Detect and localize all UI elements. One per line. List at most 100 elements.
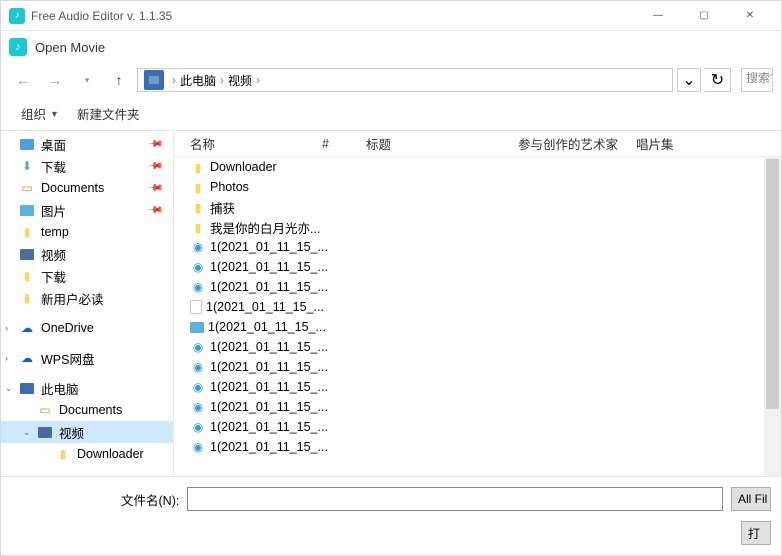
- file-row[interactable]: 1(2021_01_11_15_...: [174, 317, 781, 337]
- file-row[interactable]: ▮捕获: [174, 197, 781, 217]
- file-row[interactable]: ◉1(2021_01_11_15_...: [174, 237, 781, 257]
- sidebar-item-desktop[interactable]: 桌面📌: [1, 133, 173, 155]
- expand-icon[interactable]: ›: [5, 323, 8, 333]
- sidebar-item-temp[interactable]: ▮temp: [1, 221, 173, 243]
- media-file-icon: ◉: [190, 359, 206, 375]
- folder-icon: ▮: [55, 446, 71, 462]
- minimize-button[interactable]: —: [635, 1, 681, 31]
- file-name: 我是你的白月光亦...: [210, 218, 320, 237]
- new-folder-button[interactable]: 新建文件夹: [71, 102, 146, 125]
- app-icon: ♪: [9, 8, 25, 24]
- breadcrumb-dropdown[interactable]: ⌄: [677, 68, 701, 92]
- scrollbar-thumb[interactable]: [766, 159, 779, 409]
- file-row[interactable]: ◉ 1(2021_01_11_15_...: [174, 437, 781, 457]
- sidebar-item-pc-downloader[interactable]: ▮Downloader: [1, 443, 173, 465]
- sidebar-item-pc-documents[interactable]: ▭Documents: [1, 399, 173, 421]
- sidebar-item-documents[interactable]: ▭Documents📌: [1, 177, 173, 199]
- file-list: ▮Downloader▮Photos▮捕获▮我是你的白月光亦...◉1(2021…: [174, 157, 781, 476]
- sidebar-item-wps[interactable]: ›☁WPS网盘: [1, 347, 173, 369]
- nav-recent-button[interactable]: ▾: [73, 67, 101, 93]
- folder-icon: ▮: [190, 179, 206, 195]
- breadcrumb-seg[interactable]: 此电脑: [180, 72, 216, 89]
- breadcrumb[interactable]: › 此电脑 › 视频 ›: [137, 68, 673, 92]
- nav-forward-button[interactable]: →: [41, 67, 69, 93]
- organize-menu[interactable]: 组织 ▼: [15, 102, 65, 125]
- picture-icon: [20, 205, 34, 216]
- sidebar-item-pictures[interactable]: 图片📌: [1, 199, 173, 221]
- file-name: 捕获: [210, 198, 235, 217]
- filename-input[interactable]: [187, 487, 723, 511]
- close-button[interactable]: ✕: [727, 1, 773, 31]
- vertical-scrollbar[interactable]: [764, 157, 781, 476]
- sidebar-item-onedrive[interactable]: ›☁OneDrive: [1, 317, 173, 339]
- file-name: Photos: [210, 180, 249, 194]
- cloud-icon: ☁: [19, 350, 35, 366]
- file-row[interactable]: ◉ 1(2021_01_11_15_...: [174, 377, 781, 397]
- media-file-icon: ◉: [190, 379, 206, 395]
- organize-label: 组织: [21, 104, 46, 123]
- chevron-right-icon: ›: [256, 73, 260, 87]
- file-name: 1(2021_01_11_15_...: [210, 360, 328, 374]
- maximize-button[interactable]: ▢: [681, 1, 727, 31]
- nav-up-button[interactable]: ↑: [105, 67, 133, 93]
- media-file-icon: ◉: [190, 399, 206, 415]
- column-header: 名称 # 标题 参与创作的艺术家 唱片集: [174, 131, 781, 157]
- media-file-icon: ◉: [190, 419, 206, 435]
- sidebar-item-thispc[interactable]: ⌄此电脑: [1, 377, 173, 399]
- column-name[interactable]: 名称: [174, 134, 314, 153]
- document-icon: ▭: [19, 180, 35, 196]
- chevron-down-icon: ▼: [50, 109, 59, 119]
- collapse-icon[interactable]: ⌄: [23, 427, 31, 438]
- folder-icon: ▮: [19, 268, 35, 284]
- dialog-title: Open Movie: [35, 40, 105, 55]
- sidebar-item-newuser[interactable]: ▮新用户必读: [1, 287, 173, 309]
- folder-icon: ▮: [190, 219, 206, 235]
- search-input[interactable]: 搜索"视: [741, 68, 773, 92]
- filetype-dropdown[interactable]: All Fil: [731, 487, 771, 511]
- media-file-icon: ◉: [190, 339, 206, 355]
- sidebar-item-pc-videos[interactable]: ⌄视频: [1, 421, 173, 443]
- file-row[interactable]: ▮ Photos: [174, 177, 781, 197]
- desktop-icon: [20, 139, 34, 150]
- file-name: 1(2021_01_11_15_...: [210, 340, 328, 354]
- collapse-icon[interactable]: ⌄: [5, 383, 13, 394]
- expand-icon[interactable]: ›: [5, 353, 8, 363]
- open-button[interactable]: 打: [741, 521, 771, 545]
- column-artist[interactable]: 参与创作的艺术家: [510, 134, 628, 153]
- pin-icon: 📌: [146, 158, 163, 175]
- file-row[interactable]: 1(2021_01_11_15_...: [174, 297, 781, 317]
- sidebar-item-videos[interactable]: 视频: [1, 243, 173, 265]
- dialog-titlebar: ♪ Open Movie: [1, 31, 781, 63]
- file-row[interactable]: ◉ 1(2021_01_11_15_...: [174, 357, 781, 377]
- chevron-right-icon: ›: [172, 73, 176, 87]
- file-row[interactable]: ▮我是你的白月光亦...: [174, 217, 781, 237]
- file-name: 1(2021_01_11_15_...: [210, 240, 328, 254]
- file-row[interactable]: ◉ 1(2021_01_11_15_...: [174, 337, 781, 357]
- file-row[interactable]: ◉1(2021_01_11_15_...: [174, 277, 781, 297]
- file-name: 1(2021_01_11_15_...: [210, 400, 328, 414]
- file-row[interactable]: ◉ 1(2021_01_11_15_...: [174, 417, 781, 437]
- file-row[interactable]: ◉1(2021_01_11_15_...: [174, 257, 781, 277]
- column-album[interactable]: 唱片集: [628, 134, 781, 153]
- file-name: 1(2021_01_11_15_...: [210, 420, 328, 434]
- pc-icon: [20, 383, 34, 394]
- file-row[interactable]: ◉ 1(2021_01_11_15_...: [174, 397, 781, 417]
- media-file-icon: ◉: [190, 439, 206, 455]
- refresh-button[interactable]: ↻: [705, 68, 731, 92]
- sidebar-item-downloads[interactable]: ⬇下载📌: [1, 155, 173, 177]
- breadcrumb-seg[interactable]: 视频: [228, 72, 252, 89]
- video-icon: [20, 249, 34, 260]
- column-num[interactable]: #: [314, 137, 358, 151]
- file-name: 1(2021_01_11_15_...: [210, 380, 328, 394]
- sidebar-item-downloads2[interactable]: ▮下载: [1, 265, 173, 287]
- pin-icon: 📌: [146, 202, 163, 219]
- download-icon: ⬇: [19, 158, 35, 174]
- nav-back-button[interactable]: ←: [9, 67, 37, 93]
- sidebar: 桌面📌 ⬇下载📌 ▭Documents📌 图片📌 ▮temp 视频 ▮下载 ▮新…: [1, 131, 174, 476]
- file-name: 1(2021_01_11_15_...: [210, 260, 328, 274]
- folder-icon: ▮: [190, 199, 206, 215]
- column-title[interactable]: 标题: [358, 134, 510, 153]
- file-name: 1(2021_01_11_15_...: [210, 440, 328, 454]
- filename-label: 文件名(N):: [121, 490, 179, 509]
- file-row[interactable]: ▮Downloader: [174, 157, 781, 177]
